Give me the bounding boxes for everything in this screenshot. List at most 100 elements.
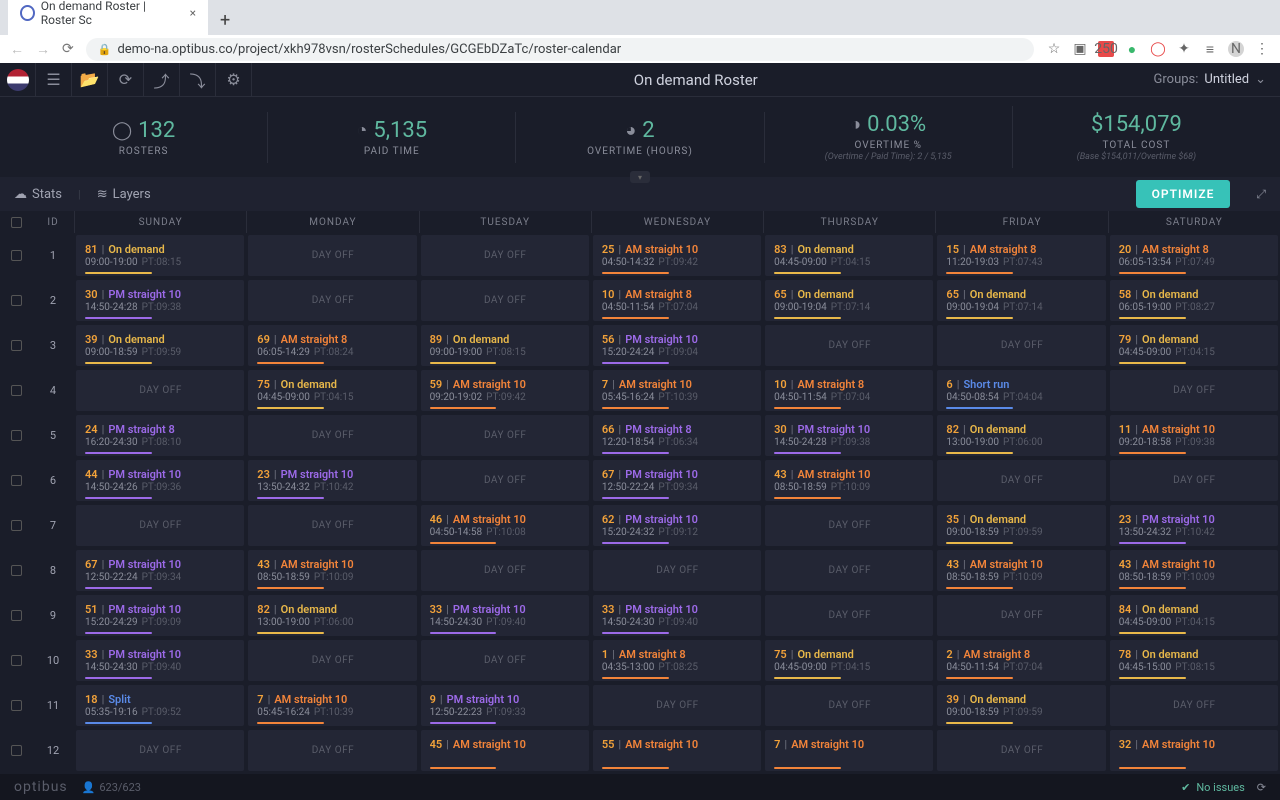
shift-cell[interactable]: 6|Short run04:50-08:54PT:04:04 bbox=[937, 370, 1105, 411]
shift-cell[interactable]: 44|PM straight 1014:50-24:26PT:09:36 bbox=[76, 460, 244, 501]
ext-icon[interactable]: ◯ bbox=[1150, 41, 1166, 57]
back-icon[interactable]: ← bbox=[10, 41, 24, 58]
day-off-cell[interactable]: DAY OFF bbox=[76, 505, 244, 546]
shift-cell[interactable]: 43|AM straight 1008:50-18:59PT:10:09 bbox=[765, 460, 933, 501]
expand-icon[interactable]: ⤢ bbox=[1256, 187, 1266, 202]
shift-cell[interactable]: 33|PM straight 1014:50-24:30PT:09:40 bbox=[76, 640, 244, 681]
shift-cell[interactable]: 59|AM straight 1009:20-19:02PT:09:42 bbox=[421, 370, 589, 411]
day-off-cell[interactable]: DAY OFF bbox=[248, 235, 416, 276]
shift-cell[interactable]: 83|On demand04:45-09:00PT:04:15 bbox=[765, 235, 933, 276]
shift-cell[interactable]: 81|On demand09:00-19:00PT:08:15 bbox=[76, 235, 244, 276]
shift-cell[interactable]: 15|AM straight 811:20-19:03PT:07:43 bbox=[937, 235, 1105, 276]
settings-button[interactable]: ⚙ bbox=[216, 63, 252, 97]
shift-cell[interactable]: 30|PM straight 1014:50-24:28PT:09:38 bbox=[76, 280, 244, 321]
shift-cell[interactable]: 65|On demand09:00-19:04PT:07:14 bbox=[765, 280, 933, 321]
row-checkbox[interactable] bbox=[11, 745, 22, 756]
reload-icon[interactable]: ⟳ bbox=[62, 41, 74, 57]
day-off-cell[interactable]: DAY OFF bbox=[76, 730, 244, 771]
row-checkbox[interactable] bbox=[11, 475, 22, 486]
day-off-cell[interactable]: DAY OFF bbox=[765, 685, 933, 726]
shift-cell[interactable]: 69|AM straight 806:05-14:29PT:08:24 bbox=[248, 325, 416, 366]
ext-icon[interactable]: ● bbox=[1124, 41, 1140, 57]
shift-cell[interactable]: 32|AM straight 10 bbox=[1110, 730, 1278, 771]
shift-cell[interactable]: 23|PM straight 1013:50-24:32PT:10:42 bbox=[248, 460, 416, 501]
shift-cell[interactable]: 30|PM straight 1014:50-24:28PT:09:38 bbox=[765, 415, 933, 456]
day-off-cell[interactable]: DAY OFF bbox=[421, 280, 589, 321]
shift-cell[interactable]: 84|On demand04:45-09:00PT:04:15 bbox=[1110, 595, 1278, 636]
day-off-cell[interactable]: DAY OFF bbox=[1110, 460, 1278, 501]
day-off-cell[interactable]: DAY OFF bbox=[421, 640, 589, 681]
menu-icon[interactable]: ⋮ bbox=[1254, 41, 1270, 57]
day-off-cell[interactable]: DAY OFF bbox=[593, 550, 761, 591]
row-checkbox[interactable] bbox=[11, 250, 22, 261]
day-off-cell[interactable]: DAY OFF bbox=[765, 505, 933, 546]
shift-cell[interactable]: 78|On demand04:45-15:00PT:08:15 bbox=[1110, 640, 1278, 681]
shift-cell[interactable]: 20|AM straight 806:05-13:54PT:07:49 bbox=[1110, 235, 1278, 276]
day-off-cell[interactable]: DAY OFF bbox=[248, 640, 416, 681]
groups-selector[interactable]: Groups: Untitled ⌄ bbox=[1140, 72, 1280, 87]
export-button[interactable]: ⤴ bbox=[144, 63, 180, 97]
shift-cell[interactable]: 46|AM straight 1004:50-14:58PT:10:08 bbox=[421, 505, 589, 546]
day-off-cell[interactable]: DAY OFF bbox=[937, 325, 1105, 366]
shift-cell[interactable]: 65|On demand09:00-19:04PT:07:14 bbox=[937, 280, 1105, 321]
row-checkbox[interactable] bbox=[11, 565, 22, 576]
shift-cell[interactable]: 43|AM straight 1008:50-18:59PT:10:09 bbox=[1110, 550, 1278, 591]
shift-cell[interactable]: 1|AM straight 804:35-13:00PT:08:25 bbox=[593, 640, 761, 681]
shift-cell[interactable]: 18|Split05:35-19:16PT:09:52 bbox=[76, 685, 244, 726]
day-off-cell[interactable]: DAY OFF bbox=[765, 550, 933, 591]
day-off-cell[interactable]: DAY OFF bbox=[937, 730, 1105, 771]
shift-cell[interactable]: 39|On demand09:00-18:59PT:09:59 bbox=[937, 685, 1105, 726]
shift-cell[interactable]: 55|AM straight 10 bbox=[593, 730, 761, 771]
row-checkbox[interactable] bbox=[11, 655, 22, 666]
shift-cell[interactable]: 24|PM straight 816:20-24:30PT:08:10 bbox=[76, 415, 244, 456]
day-off-cell[interactable]: DAY OFF bbox=[76, 370, 244, 411]
shift-cell[interactable]: 33|PM straight 1014:50-24:30PT:09:40 bbox=[593, 595, 761, 636]
import-button[interactable]: ⤵ bbox=[180, 63, 216, 97]
shift-cell[interactable]: 7|AM straight 1005:45-16:24PT:10:39 bbox=[593, 370, 761, 411]
locale-button[interactable] bbox=[0, 63, 36, 97]
day-off-cell[interactable]: DAY OFF bbox=[765, 595, 933, 636]
shift-cell[interactable]: 79|On demand04:45-09:00PT:04:15 bbox=[1110, 325, 1278, 366]
shift-cell[interactable]: 62|PM straight 1015:20-24:32PT:09:12 bbox=[593, 505, 761, 546]
shift-cell[interactable]: 9|PM straight 1012:50-22:23PT:09:33 bbox=[421, 685, 589, 726]
day-off-cell[interactable]: DAY OFF bbox=[421, 460, 589, 501]
shift-cell[interactable]: 7|AM straight 1005:45-16:24PT:10:39 bbox=[248, 685, 416, 726]
open-button[interactable]: 📂 bbox=[72, 63, 108, 97]
day-off-cell[interactable]: DAY OFF bbox=[1110, 370, 1278, 411]
refresh-button[interactable]: ⟳ bbox=[108, 63, 144, 97]
day-off-cell[interactable]: DAY OFF bbox=[765, 325, 933, 366]
day-off-cell[interactable]: DAY OFF bbox=[421, 550, 589, 591]
shift-cell[interactable]: 45|AM straight 10 bbox=[421, 730, 589, 771]
shift-cell[interactable]: 23|PM straight 1013:50-24:32PT:10:42 bbox=[1110, 505, 1278, 546]
shift-cell[interactable]: 66|PM straight 812:20-18:54PT:06:34 bbox=[593, 415, 761, 456]
shift-cell[interactable]: 67|PM straight 1012:50-22:24PT:09:34 bbox=[76, 550, 244, 591]
close-tab-icon[interactable]: × bbox=[190, 6, 196, 20]
shift-cell[interactable]: 11|AM straight 1009:20-18:58PT:09:38 bbox=[1110, 415, 1278, 456]
ext-icon[interactable]: ▣ bbox=[1072, 41, 1088, 57]
browser-tab[interactable]: On demand Roster | Roster Sc × bbox=[8, 0, 208, 35]
id-header[interactable]: ID bbox=[32, 211, 74, 233]
shift-cell[interactable]: 39|On demand09:00-18:59PT:09:59 bbox=[76, 325, 244, 366]
profile-avatar[interactable]: N bbox=[1228, 41, 1244, 57]
row-checkbox[interactable] bbox=[11, 430, 22, 441]
star-icon[interactable]: ☆ bbox=[1046, 41, 1062, 57]
shift-cell[interactable]: 43|AM straight 1008:50-18:59PT:10:09 bbox=[248, 550, 416, 591]
shift-cell[interactable]: 7|AM straight 10 bbox=[765, 730, 933, 771]
shift-cell[interactable]: 43|AM straight 1008:50-18:59PT:10:09 bbox=[937, 550, 1105, 591]
drag-handle-icon[interactable]: ▾ bbox=[630, 171, 650, 183]
ext-icon[interactable]: ✦ bbox=[1176, 41, 1192, 57]
day-off-cell[interactable]: DAY OFF bbox=[937, 595, 1105, 636]
forward-icon[interactable]: → bbox=[36, 41, 50, 58]
shift-cell[interactable]: 75|On demand04:45-09:00PT:04:15 bbox=[248, 370, 416, 411]
row-checkbox[interactable] bbox=[11, 340, 22, 351]
shift-cell[interactable]: 75|On demand04:45-09:00PT:04:15 bbox=[765, 640, 933, 681]
menu-button[interactable]: ☰ bbox=[36, 63, 72, 97]
day-off-cell[interactable]: DAY OFF bbox=[248, 280, 416, 321]
grid-body[interactable]: 181|On demand09:00-19:00PT:08:15DAY OFFD… bbox=[0, 233, 1280, 774]
issues-status[interactable]: ✔ No issues ⟳ bbox=[1181, 781, 1266, 794]
day-off-cell[interactable]: DAY OFF bbox=[593, 685, 761, 726]
row-checkbox[interactable] bbox=[11, 295, 22, 306]
select-all-checkbox[interactable] bbox=[11, 217, 22, 228]
url-input[interactable]: 🔒 demo-na.optibus.co/project/xkh978vsn/r… bbox=[86, 38, 1034, 61]
shift-cell[interactable]: 2|AM straight 804:50-11:54PT:07:04 bbox=[937, 640, 1105, 681]
